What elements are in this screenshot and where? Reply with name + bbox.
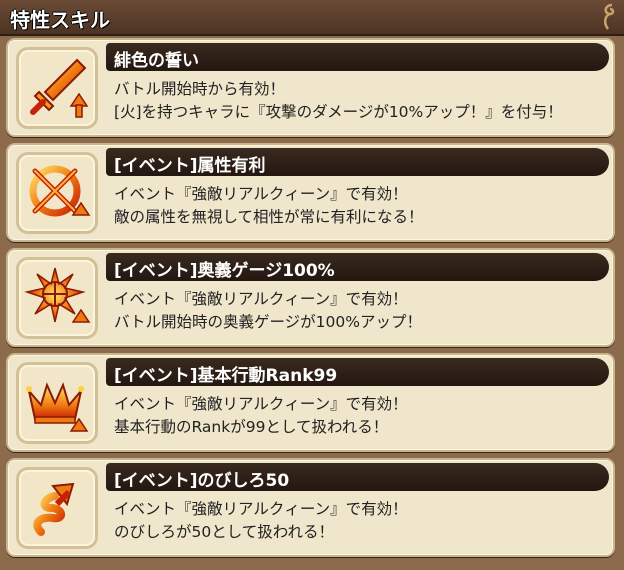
skill-description: イベント『強敵リアルクィーン』で有効！ バトル開始時の奥義ゲージが100%アップ… [114, 288, 609, 334]
skill-card[interactable]: [イベント]基本行動Rank99 イベント『強敵リアルクィーン』で有効！ 基本行… [6, 353, 615, 452]
skill-title-bar: [イベント]のびしろ50 [106, 463, 609, 491]
skill-title-bar: 緋色の誓い [106, 43, 609, 71]
skill-description: バトル開始時から有効！ [火]を持つキャラに『攻撃のダメージが10%アップ！』を… [114, 78, 609, 124]
skill-description-line: バトル開始時から有効！ [114, 80, 285, 98]
skill-card[interactable]: 緋色の誓い バトル開始時から有効！ [火]を持つキャラに『攻撃のダメージが10%… [6, 38, 615, 137]
skill-name: [イベント]奥義ゲージ100% [114, 261, 335, 281]
skill-icon-frame [16, 257, 98, 339]
skill-description: イベント『強敵リアルクィーン』で有効！ のびしろが50として扱われる！ [114, 498, 609, 544]
skill-description-line: イベント『強敵リアルクィーン』で有効！ [114, 500, 408, 518]
skill-card[interactable]: [イベント]奥義ゲージ100% イベント『強敵リアルクィーン』で有効！ バトル開… [6, 248, 615, 347]
spiral-arrow-icon [33, 482, 75, 536]
skill-name: 緋色の誓い [114, 51, 199, 71]
header-bar: 特性スキル [0, 0, 624, 36]
skill-list: 緋色の誓い バトル開始時から有効！ [火]を持つキャラに『攻撃のダメージが10%… [0, 36, 624, 570]
skill-description: イベント『強敵リアルクィーン』で有効！ 基本行動のRankが99として扱われる！ [114, 393, 609, 439]
skill-description-line: 基本行動のRankが99として扱われる！ [114, 418, 389, 436]
skill-description-line: イベント『強敵リアルクィーン』で有効！ [114, 290, 408, 308]
burst-gauge-icon [24, 267, 91, 323]
crown-icon [26, 382, 89, 432]
skill-icon-frame [16, 47, 98, 129]
skill-icon-frame [16, 152, 98, 234]
skill-title-bar: [イベント]基本行動Rank99 [106, 358, 609, 386]
element-advantage-icon [29, 165, 91, 217]
skill-description-line: [火]を持つキャラに『攻撃のダメージが10%アップ！』を付与！ [114, 103, 563, 121]
skill-title-bar: [イベント]属性有利 [106, 148, 609, 176]
scroll-ornament-icon [604, 3, 615, 30]
skill-name: [イベント]属性有利 [114, 156, 266, 176]
skill-description: イベント『強敵リアルクィーン』で有効！ 敵の属性を無視して相性が常に有利になる！ [114, 183, 609, 229]
sword-icon [30, 58, 89, 118]
skill-description-line: のびしろが50として扱われる！ [114, 523, 334, 541]
skill-card[interactable]: [イベント]のびしろ50 イベント『強敵リアルクィーン』で有効！ のびしろが50… [6, 458, 615, 557]
skill-description-line: 敵の属性を無視して相性が常に有利になる！ [114, 208, 424, 226]
skill-icon-frame [16, 362, 98, 444]
page-title: 特性スキル [10, 8, 110, 32]
skill-description-line: イベント『強敵リアルクィーン』で有効！ [114, 395, 408, 413]
skill-icon-frame [16, 467, 98, 549]
skill-description-line: バトル開始時の奥義ゲージが100%アップ！ [114, 313, 422, 331]
skill-name: [イベント]基本行動Rank99 [114, 366, 338, 386]
skill-card[interactable]: [イベント]属性有利 イベント『強敵リアルクィーン』で有効！ 敵の属性を無視して… [6, 143, 615, 242]
skill-description-line: イベント『強敵リアルクィーン』で有効！ [114, 185, 408, 203]
skill-title-bar: [イベント]奥義ゲージ100% [106, 253, 609, 281]
skill-name: [イベント]のびしろ50 [114, 471, 290, 491]
